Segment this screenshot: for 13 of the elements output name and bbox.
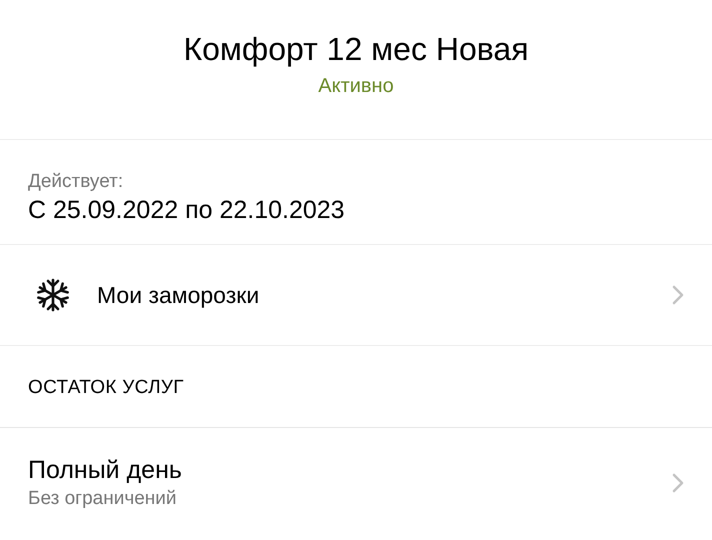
validity-label: Действует: — [28, 170, 124, 194]
freezes-label: Мои заморозки — [97, 282, 260, 308]
freezes-row[interactable]: Мои заморозки — [0, 245, 712, 346]
chevron-icon — [672, 473, 684, 493]
validity-dates: С 25.09.2022 по 22.10.2023 — [28, 195, 346, 226]
section-title: ОСТАТОК УСЛУГ — [28, 376, 184, 398]
status-text: Активно — [318, 74, 394, 99]
plan-title: Комфорт 12 мес Новая — [183, 30, 529, 69]
snowflake-icon — [36, 278, 70, 312]
service-limit: Без ограничений — [28, 487, 178, 511]
service-row[interactable]: Полный день Без ограничений — [0, 428, 712, 512]
service-name: Полный день — [28, 455, 183, 486]
chevron-icon — [672, 285, 684, 305]
